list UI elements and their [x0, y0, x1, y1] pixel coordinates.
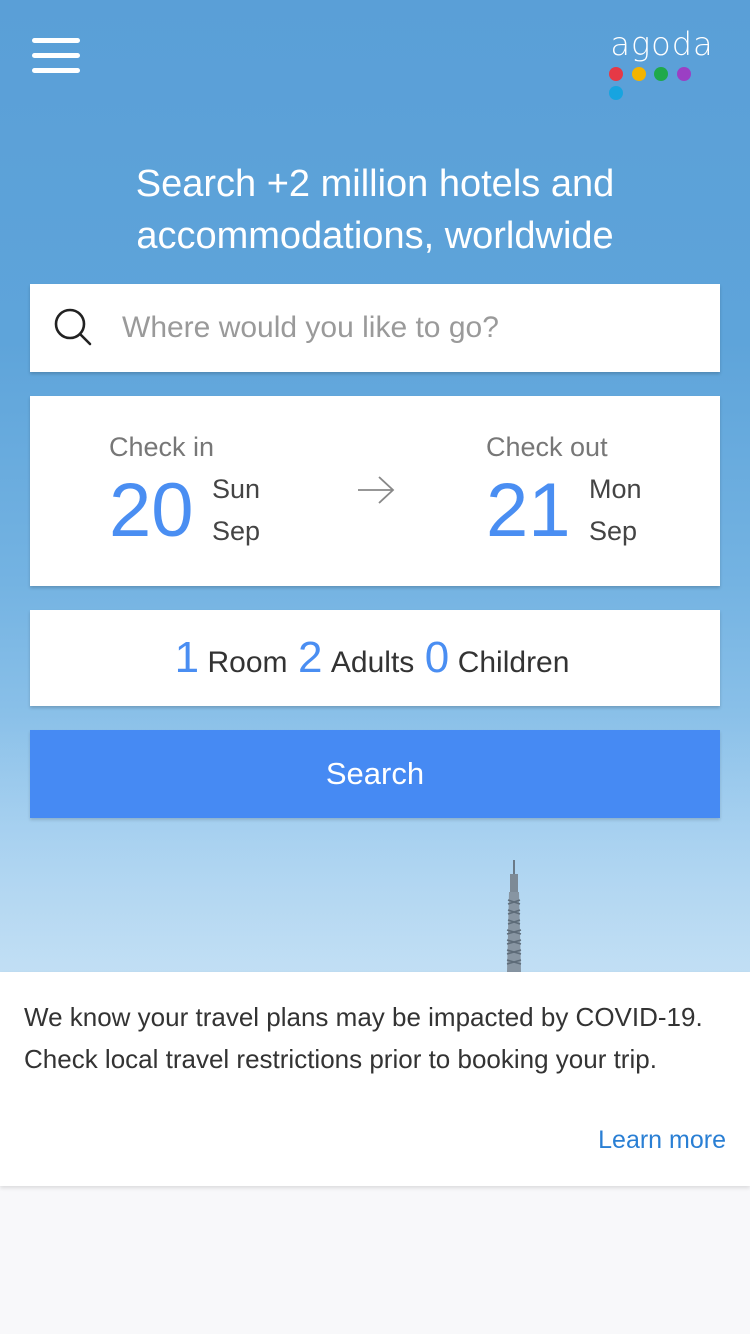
- check-in-day: 20: [109, 468, 194, 553]
- check-in-weekday: Sun: [212, 474, 261, 504]
- destination-search-box[interactable]: [30, 284, 720, 372]
- check-out-month: Sep: [589, 516, 638, 546]
- check-in-label: Check in: [109, 432, 215, 462]
- search-button[interactable]: Search: [30, 730, 720, 818]
- occupancy-selector[interactable]: 1 Room 2 Adults 0 Children: [30, 610, 720, 706]
- search-icon: [54, 308, 92, 346]
- adults-count: 2: [297, 633, 323, 682]
- check-out-date[interactable]: Check out 21 Mon Sep: [486, 396, 706, 586]
- logo-text: agoda: [610, 25, 714, 63]
- check-in-date[interactable]: Check in 20 Sun Sep: [109, 396, 329, 586]
- logo-dots: [609, 67, 718, 100]
- check-out-day: 21: [486, 468, 571, 553]
- children-label: Children: [457, 646, 570, 679]
- logo-dot-green: [654, 67, 668, 81]
- rooms-label: Room: [207, 646, 288, 679]
- logo-dot-yellow: [631, 67, 646, 81]
- adults-label: Adults: [330, 646, 415, 679]
- page-headline: Search +2 million hotels and accommodati…: [135, 163, 615, 257]
- covid-notice-text: We know your travel plans may be impacte…: [24, 1002, 703, 1074]
- logo-dot-purple: [676, 67, 691, 81]
- agoda-logo[interactable]: agoda: [606, 25, 718, 100]
- logo-dot-blue: [609, 86, 623, 100]
- check-in-month: Sep: [212, 516, 261, 546]
- covid-notice-banner: We know your travel plans may be impacte…: [0, 972, 750, 1186]
- rooms-count: 1: [174, 633, 200, 682]
- check-out-label: Check out: [486, 432, 608, 462]
- date-selector: Check in 20 Sun Sep Check out 21 Mon Sep: [30, 396, 720, 586]
- hamburger-menu-icon[interactable]: [32, 38, 80, 74]
- arrow-right-icon: [358, 476, 395, 504]
- learn-more-link[interactable]: Learn more: [598, 1126, 726, 1155]
- destination-search-input[interactable]: [122, 302, 702, 354]
- logo-dot-red: [609, 67, 623, 81]
- tower-image: [506, 860, 522, 972]
- children-count: 0: [424, 633, 450, 682]
- check-out-weekday: Mon: [589, 474, 642, 504]
